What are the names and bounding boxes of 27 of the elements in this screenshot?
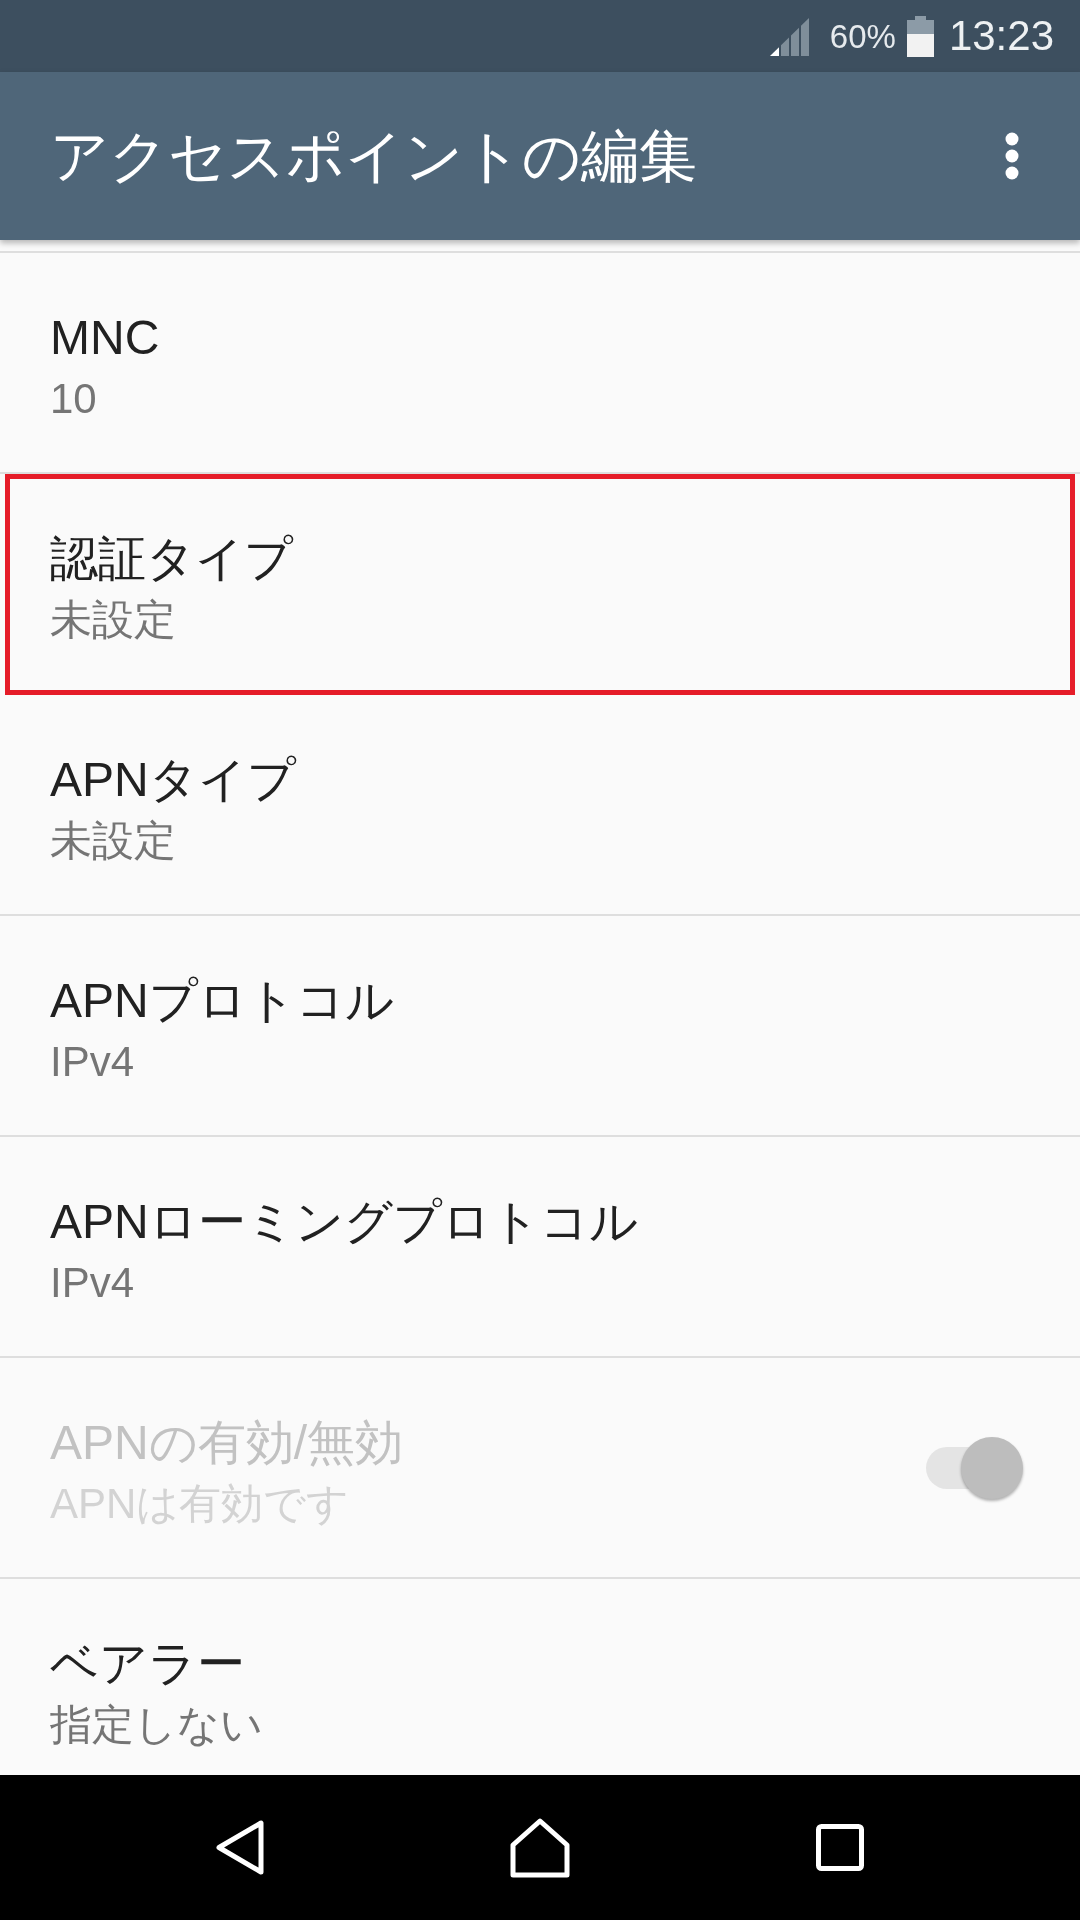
- setting-value: 未設定: [50, 816, 177, 866]
- signal-icon: [769, 16, 811, 56]
- setting-row[interactable]: 認証タイプ 未設定: [5, 474, 1075, 695]
- setting-title: APNプロトコル: [50, 973, 394, 1029]
- setting-value: IPv4: [50, 1258, 136, 1308]
- setting-title: ベアラー: [50, 1636, 246, 1692]
- setting-row[interactable]: APNタイプ 未設定: [0, 695, 1080, 916]
- clock-time: 13:23: [948, 15, 1054, 57]
- setting-value: 10: [50, 374, 98, 424]
- setting-row[interactable]: APNローミングプロトコル IPv4: [0, 1137, 1080, 1358]
- home-icon[interactable]: [510, 1817, 570, 1878]
- setting-row[interactable]: APNプロトコル IPv4: [0, 916, 1080, 1137]
- setting-row[interactable]: MNC 10: [0, 253, 1080, 474]
- battery-percent: 60%: [829, 19, 896, 53]
- setting-value: 未設定: [50, 595, 177, 645]
- setting-title: MNC: [50, 310, 160, 366]
- screen-title: アクセスポイントの編集: [50, 127, 697, 185]
- setting-title: APNタイプ: [50, 752, 296, 808]
- battery-icon: [906, 15, 934, 57]
- setting-value: 指定しない: [50, 1700, 263, 1750]
- setting-title: 認証タイプ: [50, 531, 293, 587]
- setting-title: APNの有効/無効: [50, 1415, 404, 1471]
- setting-value: IPv4: [50, 1037, 136, 1087]
- recents-icon[interactable]: [816, 1824, 864, 1871]
- more-options-icon[interactable]: [1005, 132, 1019, 180]
- back-icon[interactable]: [214, 1819, 266, 1876]
- setting-title: APNローミングプロトコル: [50, 1194, 638, 1250]
